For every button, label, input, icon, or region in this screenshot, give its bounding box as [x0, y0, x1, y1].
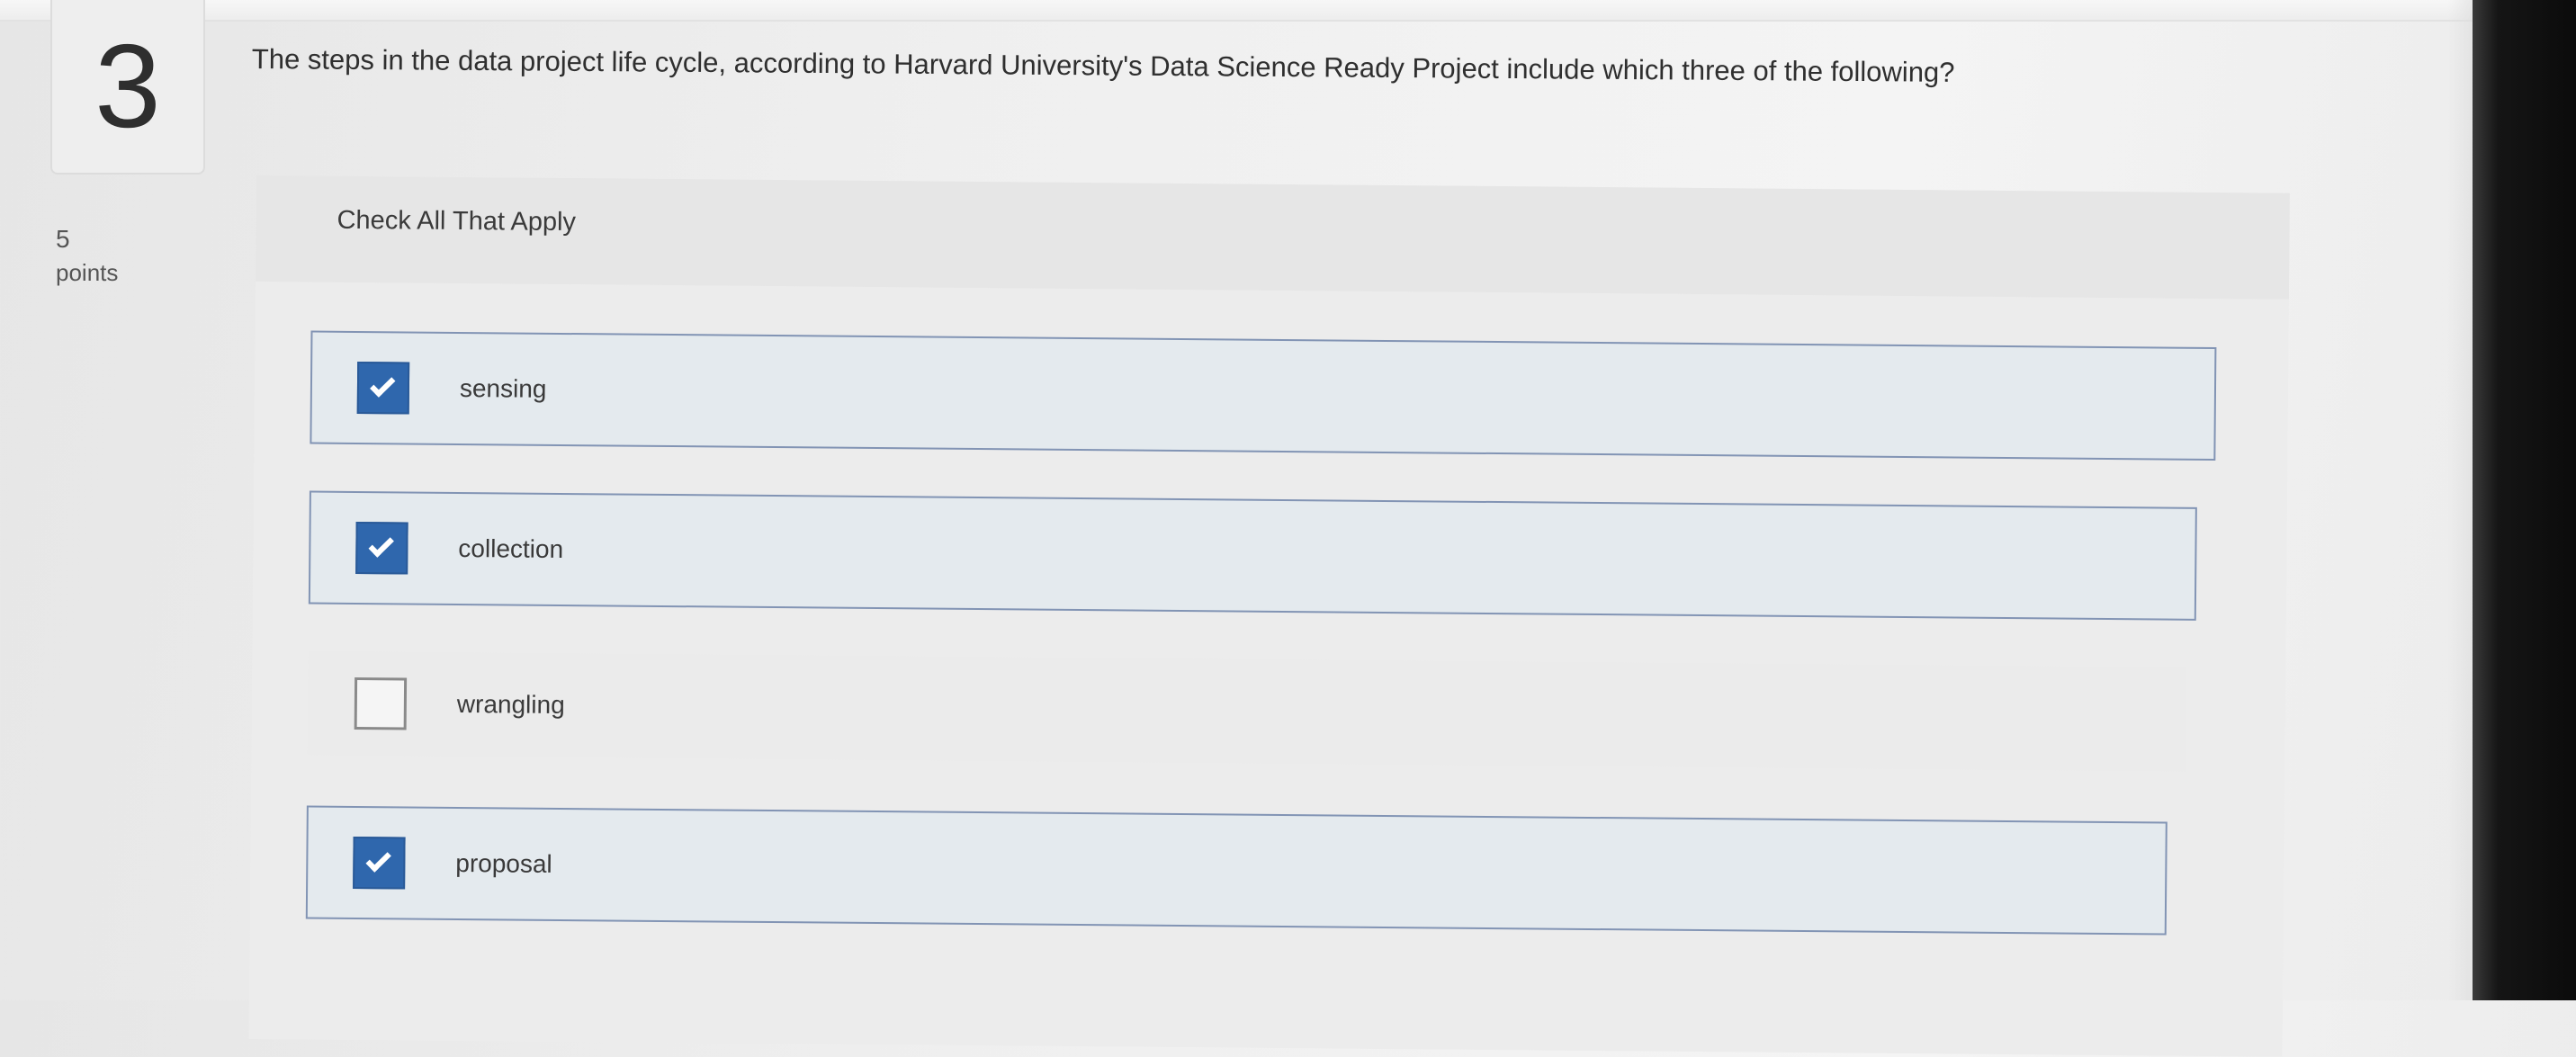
answer-option-wrangling[interactable]: wrangling [307, 650, 2187, 772]
answer-option-proposal[interactable]: proposal [305, 805, 2168, 936]
monitor-bezel [2473, 0, 2576, 1000]
option-label-wrangling: wrangling [456, 689, 565, 720]
option-label-sensing: sensing [459, 373, 547, 403]
checkbox-proposal[interactable] [353, 836, 406, 890]
points-value: 5 [56, 225, 70, 253]
checkmark-icon [365, 846, 391, 873]
points-label: points [56, 259, 119, 286]
checkmark-icon [370, 372, 396, 398]
instruction-bar: Check All That Apply [255, 175, 2290, 300]
answer-panel: Check All That Apply sensing collection … [248, 175, 2290, 1057]
option-label-proposal: proposal [455, 848, 552, 878]
instruction-text: Check All That Apply [337, 205, 577, 237]
answer-option-collection[interactable]: collection [308, 490, 2197, 621]
screen-glare [2447, 0, 2473, 1000]
answer-option-sensing[interactable]: sensing [310, 330, 2217, 461]
checkbox-wrangling[interactable] [354, 676, 408, 730]
question-number: 3 [94, 20, 161, 152]
checkbox-collection[interactable] [355, 521, 408, 575]
question-number-badge: 3 [50, 0, 205, 175]
top-strip [0, 0, 2501, 22]
checkmark-icon [368, 532, 394, 558]
checkbox-sensing[interactable] [356, 361, 410, 415]
question-prompt: The steps in the data project life cycle… [251, 43, 1955, 88]
option-label-collection: collection [458, 533, 564, 563]
